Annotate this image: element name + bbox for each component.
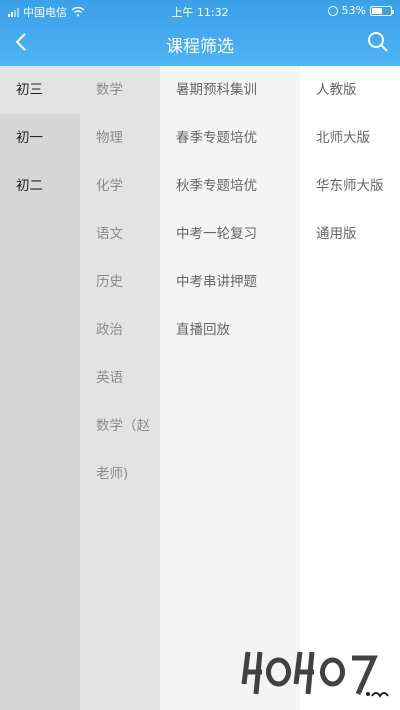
battery-icon — [370, 5, 394, 16]
grade-column: 初三 初一 初二 — [0, 66, 80, 710]
course-item[interactable]: 直播回放 — [160, 306, 300, 354]
edition-item[interactable]: 华东师大版 — [300, 162, 400, 210]
course-item[interactable]: 春季专题培优 — [160, 114, 300, 162]
app-header: 中国电信 上午 11:32 53% 课程筛选 — [0, 0, 400, 66]
watermark-logo — [241, 651, 389, 698]
subject-item[interactable]: 老师) — [80, 450, 160, 498]
subject-item[interactable]: 数学（赵 — [80, 402, 160, 450]
subject-item[interactable]: 历史 — [80, 258, 160, 306]
edition-column: 人教版 北师大版 华东师大版 通用版 — [300, 66, 400, 710]
subject-item[interactable]: 英语 — [80, 354, 160, 402]
course-column: 暑期预科集训 春季专题培优 秋季专题培优 中考一轮复习 中考串讲押题 直播回放 — [160, 66, 300, 710]
grade-item-chuer[interactable]: 初二 — [0, 162, 80, 210]
page-title: 课程筛选 — [166, 37, 234, 57]
course-item[interactable]: 暑期预科集训 — [160, 66, 300, 114]
subject-item[interactable]: 语文 — [80, 210, 160, 258]
nav-bar: 课程筛选 — [0, 20, 400, 66]
grade-item-chuyi[interactable]: 初一 — [0, 114, 80, 162]
course-item[interactable]: 中考一轮复习 — [160, 210, 300, 258]
status-right: 53% — [327, 4, 394, 17]
subject-item[interactable]: 化学 — [80, 162, 160, 210]
subject-item[interactable]: 数学 — [80, 66, 160, 114]
edition-item[interactable]: 通用版 — [300, 210, 400, 258]
battery-percent: 53% — [341, 4, 366, 17]
subject-item[interactable]: 物理 — [80, 114, 160, 162]
subject-item[interactable]: 政治 — [80, 306, 160, 354]
orientation-lock-icon — [327, 5, 338, 16]
grade-item-chusan[interactable]: 初三 — [0, 66, 80, 114]
edition-item[interactable]: 北师大版 — [300, 114, 400, 162]
course-item[interactable]: 中考串讲押题 — [160, 258, 300, 306]
subject-column: 数学 物理 化学 语文 历史 政治 英语 数学（赵 老师) — [80, 66, 160, 710]
battery-fill — [372, 7, 382, 14]
search-icon[interactable] — [366, 30, 390, 54]
edition-item[interactable]: 人教版 — [300, 66, 400, 114]
status-bar: 中国电信 上午 11:32 53% — [0, 0, 400, 20]
course-item[interactable]: 秋季专题培优 — [160, 162, 300, 210]
